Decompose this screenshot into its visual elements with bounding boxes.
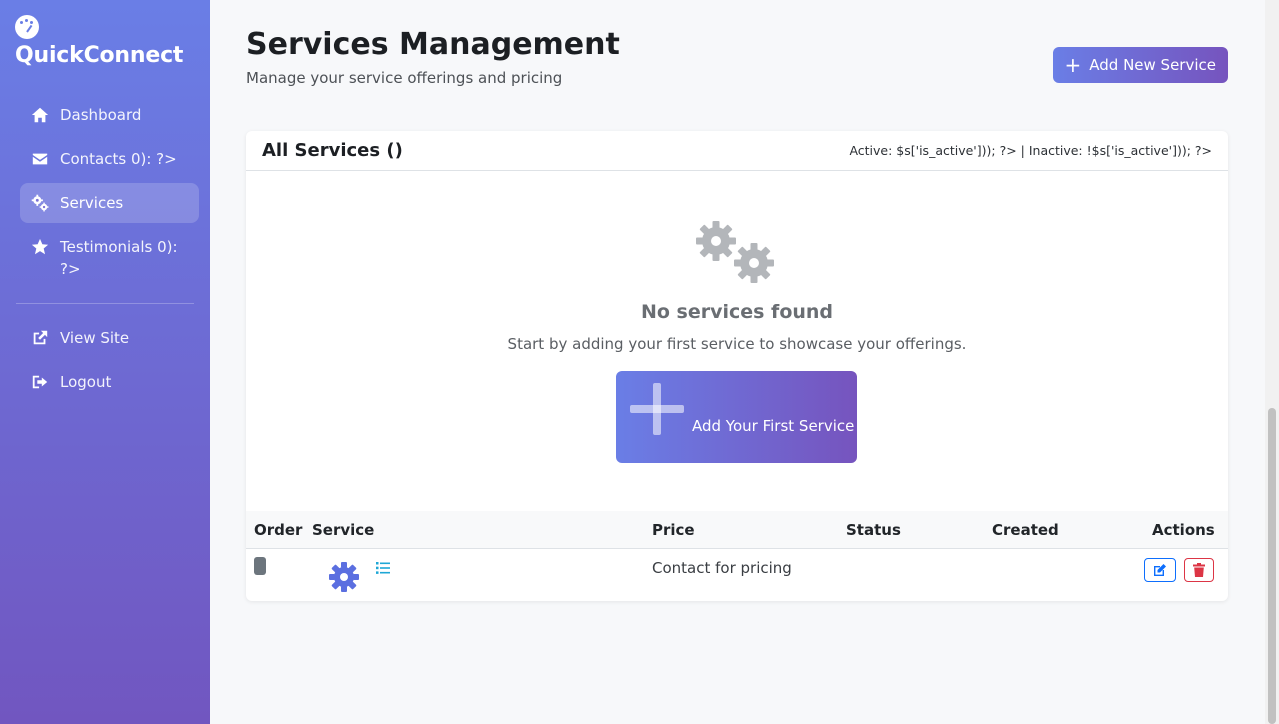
external-link-icon bbox=[30, 327, 50, 349]
column-header-actions: Actions bbox=[1152, 521, 1215, 539]
brand[interactable]: QuickConnect bbox=[15, 15, 183, 68]
column-header-status[interactable]: Status bbox=[846, 521, 901, 539]
column-header-order[interactable]: Order bbox=[254, 521, 302, 539]
sidebar-item-services[interactable]: Services bbox=[20, 183, 199, 223]
list-icon[interactable] bbox=[376, 561, 390, 575]
column-header-price[interactable]: Price bbox=[652, 521, 695, 539]
sidebar-item-label: View Site bbox=[60, 329, 130, 347]
empty-state-text: Start by adding your first service to sh… bbox=[507, 335, 967, 353]
status-counts: Active: $s['is_active'])); ?> | Inactive… bbox=[849, 143, 1212, 158]
sidebar-item-label: Logout bbox=[60, 373, 112, 391]
add-new-service-label: Add New Service bbox=[1089, 56, 1216, 74]
sidebar-item-label: Dashboard bbox=[60, 106, 142, 124]
page-title: Services Management bbox=[246, 27, 620, 62]
services-table: Order Service Price Status Created Actio… bbox=[246, 511, 1228, 601]
services-card: All Services () Active: $s['is_active'])… bbox=[246, 131, 1228, 601]
sidebar-item-label: Contacts 0): ?> bbox=[60, 150, 177, 168]
service-price: Contact for pricing bbox=[652, 559, 792, 577]
sidebar: QuickConnect Dashboard Contacts 0): ?> S… bbox=[0, 0, 210, 724]
vertical-scrollbar[interactable] bbox=[1265, 0, 1279, 724]
edit-icon bbox=[1154, 564, 1166, 576]
sidebar-item-dashboard[interactable]: Dashboard bbox=[20, 95, 199, 135]
order-badge bbox=[254, 557, 266, 575]
cogs-icon bbox=[696, 221, 774, 283]
envelope-icon bbox=[30, 148, 50, 170]
table-row: Contact for pricing bbox=[246, 549, 1228, 601]
sidebar-item-label: Testimonials 0): ?> bbox=[60, 238, 178, 278]
sidebar-nav: Dashboard Contacts 0): ?> Services Testi… bbox=[16, 95, 199, 406]
table-header: Order Service Price Status Created Actio… bbox=[246, 511, 1228, 549]
column-header-created[interactable]: Created bbox=[992, 521, 1059, 539]
sidebar-item-label: Services bbox=[60, 194, 124, 212]
plus-icon: + bbox=[1064, 53, 1082, 77]
add-first-service-label: Add Your First Service bbox=[692, 417, 855, 435]
scrollbar-thumb[interactable] bbox=[1268, 408, 1276, 724]
sidebar-divider bbox=[16, 303, 194, 304]
plus-icon bbox=[630, 383, 684, 437]
cogs-icon bbox=[30, 192, 50, 214]
card-header: All Services () Active: $s['is_active'])… bbox=[246, 131, 1228, 171]
sidebar-item-logout[interactable]: Logout bbox=[20, 362, 199, 402]
sidebar-item-view-site[interactable]: View Site bbox=[20, 318, 199, 358]
dashboard-gauge-icon bbox=[15, 15, 39, 39]
sign-out-icon bbox=[30, 371, 50, 393]
add-new-service-button[interactable]: + Add New Service bbox=[1052, 47, 1228, 83]
brand-name: QuickConnect bbox=[15, 43, 184, 68]
column-header-service[interactable]: Service bbox=[312, 521, 374, 539]
home-icon bbox=[30, 104, 50, 126]
star-icon bbox=[30, 236, 50, 258]
trash-icon bbox=[1193, 563, 1205, 577]
empty-state-title: No services found bbox=[640, 301, 834, 323]
edit-button[interactable] bbox=[1144, 558, 1176, 582]
delete-button[interactable] bbox=[1184, 558, 1214, 582]
card-title: All Services () bbox=[262, 140, 403, 161]
service-gear-icon bbox=[329, 562, 359, 592]
add-first-service-button[interactable]: Add Your First Service bbox=[616, 371, 857, 463]
sidebar-item-contacts[interactable]: Contacts 0): ?> bbox=[20, 139, 199, 179]
sidebar-item-testimonials[interactable]: Testimonials 0): ?> bbox=[20, 227, 199, 289]
page-subtitle: Manage your service offerings and pricin… bbox=[246, 69, 563, 87]
